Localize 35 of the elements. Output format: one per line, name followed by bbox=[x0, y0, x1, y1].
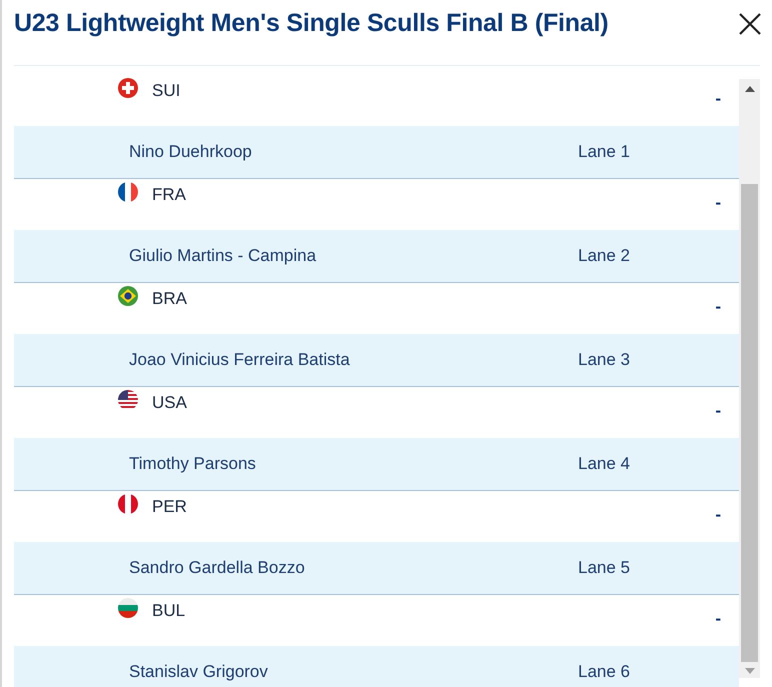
result-value: - bbox=[715, 504, 721, 526]
lane-label: Lane 6 bbox=[578, 661, 630, 684]
country-code: USA bbox=[152, 392, 187, 414]
scrollbar[interactable] bbox=[739, 79, 760, 678]
athlete-name: Nino Duehrkoop bbox=[129, 141, 253, 164]
flag-icon bbox=[118, 78, 138, 98]
lane-label: Lane 3 bbox=[578, 349, 630, 372]
result-value: - bbox=[715, 400, 721, 422]
flag-icon bbox=[118, 286, 138, 306]
scroll-up-icon[interactable] bbox=[744, 86, 754, 92]
flag-icon bbox=[118, 390, 138, 410]
flag-icon bbox=[118, 182, 138, 202]
athlete-name: Timothy Parsons bbox=[129, 453, 257, 476]
flag-icon bbox=[118, 494, 138, 514]
country-code: SUI bbox=[152, 80, 180, 102]
athlete-name: Joao Vinicius Ferreira Batista bbox=[129, 349, 351, 372]
lane-label: Lane 5 bbox=[578, 557, 630, 580]
lane-label: Lane 1 bbox=[578, 141, 630, 164]
country-code: PER bbox=[152, 496, 187, 518]
result-value: - bbox=[715, 88, 721, 110]
athlete-name: Stanislav Grigorov bbox=[129, 661, 269, 684]
result-value: - bbox=[715, 608, 721, 630]
flag-icon bbox=[118, 598, 138, 618]
country-code: BRA bbox=[152, 288, 187, 310]
result-value: - bbox=[715, 192, 721, 214]
scroll-down-icon[interactable] bbox=[744, 668, 754, 674]
result-value: - bbox=[715, 296, 721, 318]
dialog-title: U23 Lightweight Men's Single Sculls Final B (Final) bbox=[14, 8, 608, 40]
country-code: BUL bbox=[152, 600, 186, 622]
lane-label: Lane 4 bbox=[578, 453, 630, 476]
lane-label: Lane 2 bbox=[578, 245, 630, 268]
athlete-name: Giulio Martins - Campina bbox=[129, 245, 318, 268]
scrollbar-thumb[interactable] bbox=[741, 184, 758, 662]
country-code: FRA bbox=[152, 184, 186, 206]
athlete-name: Sandro Gardella Bozzo bbox=[129, 557, 306, 580]
